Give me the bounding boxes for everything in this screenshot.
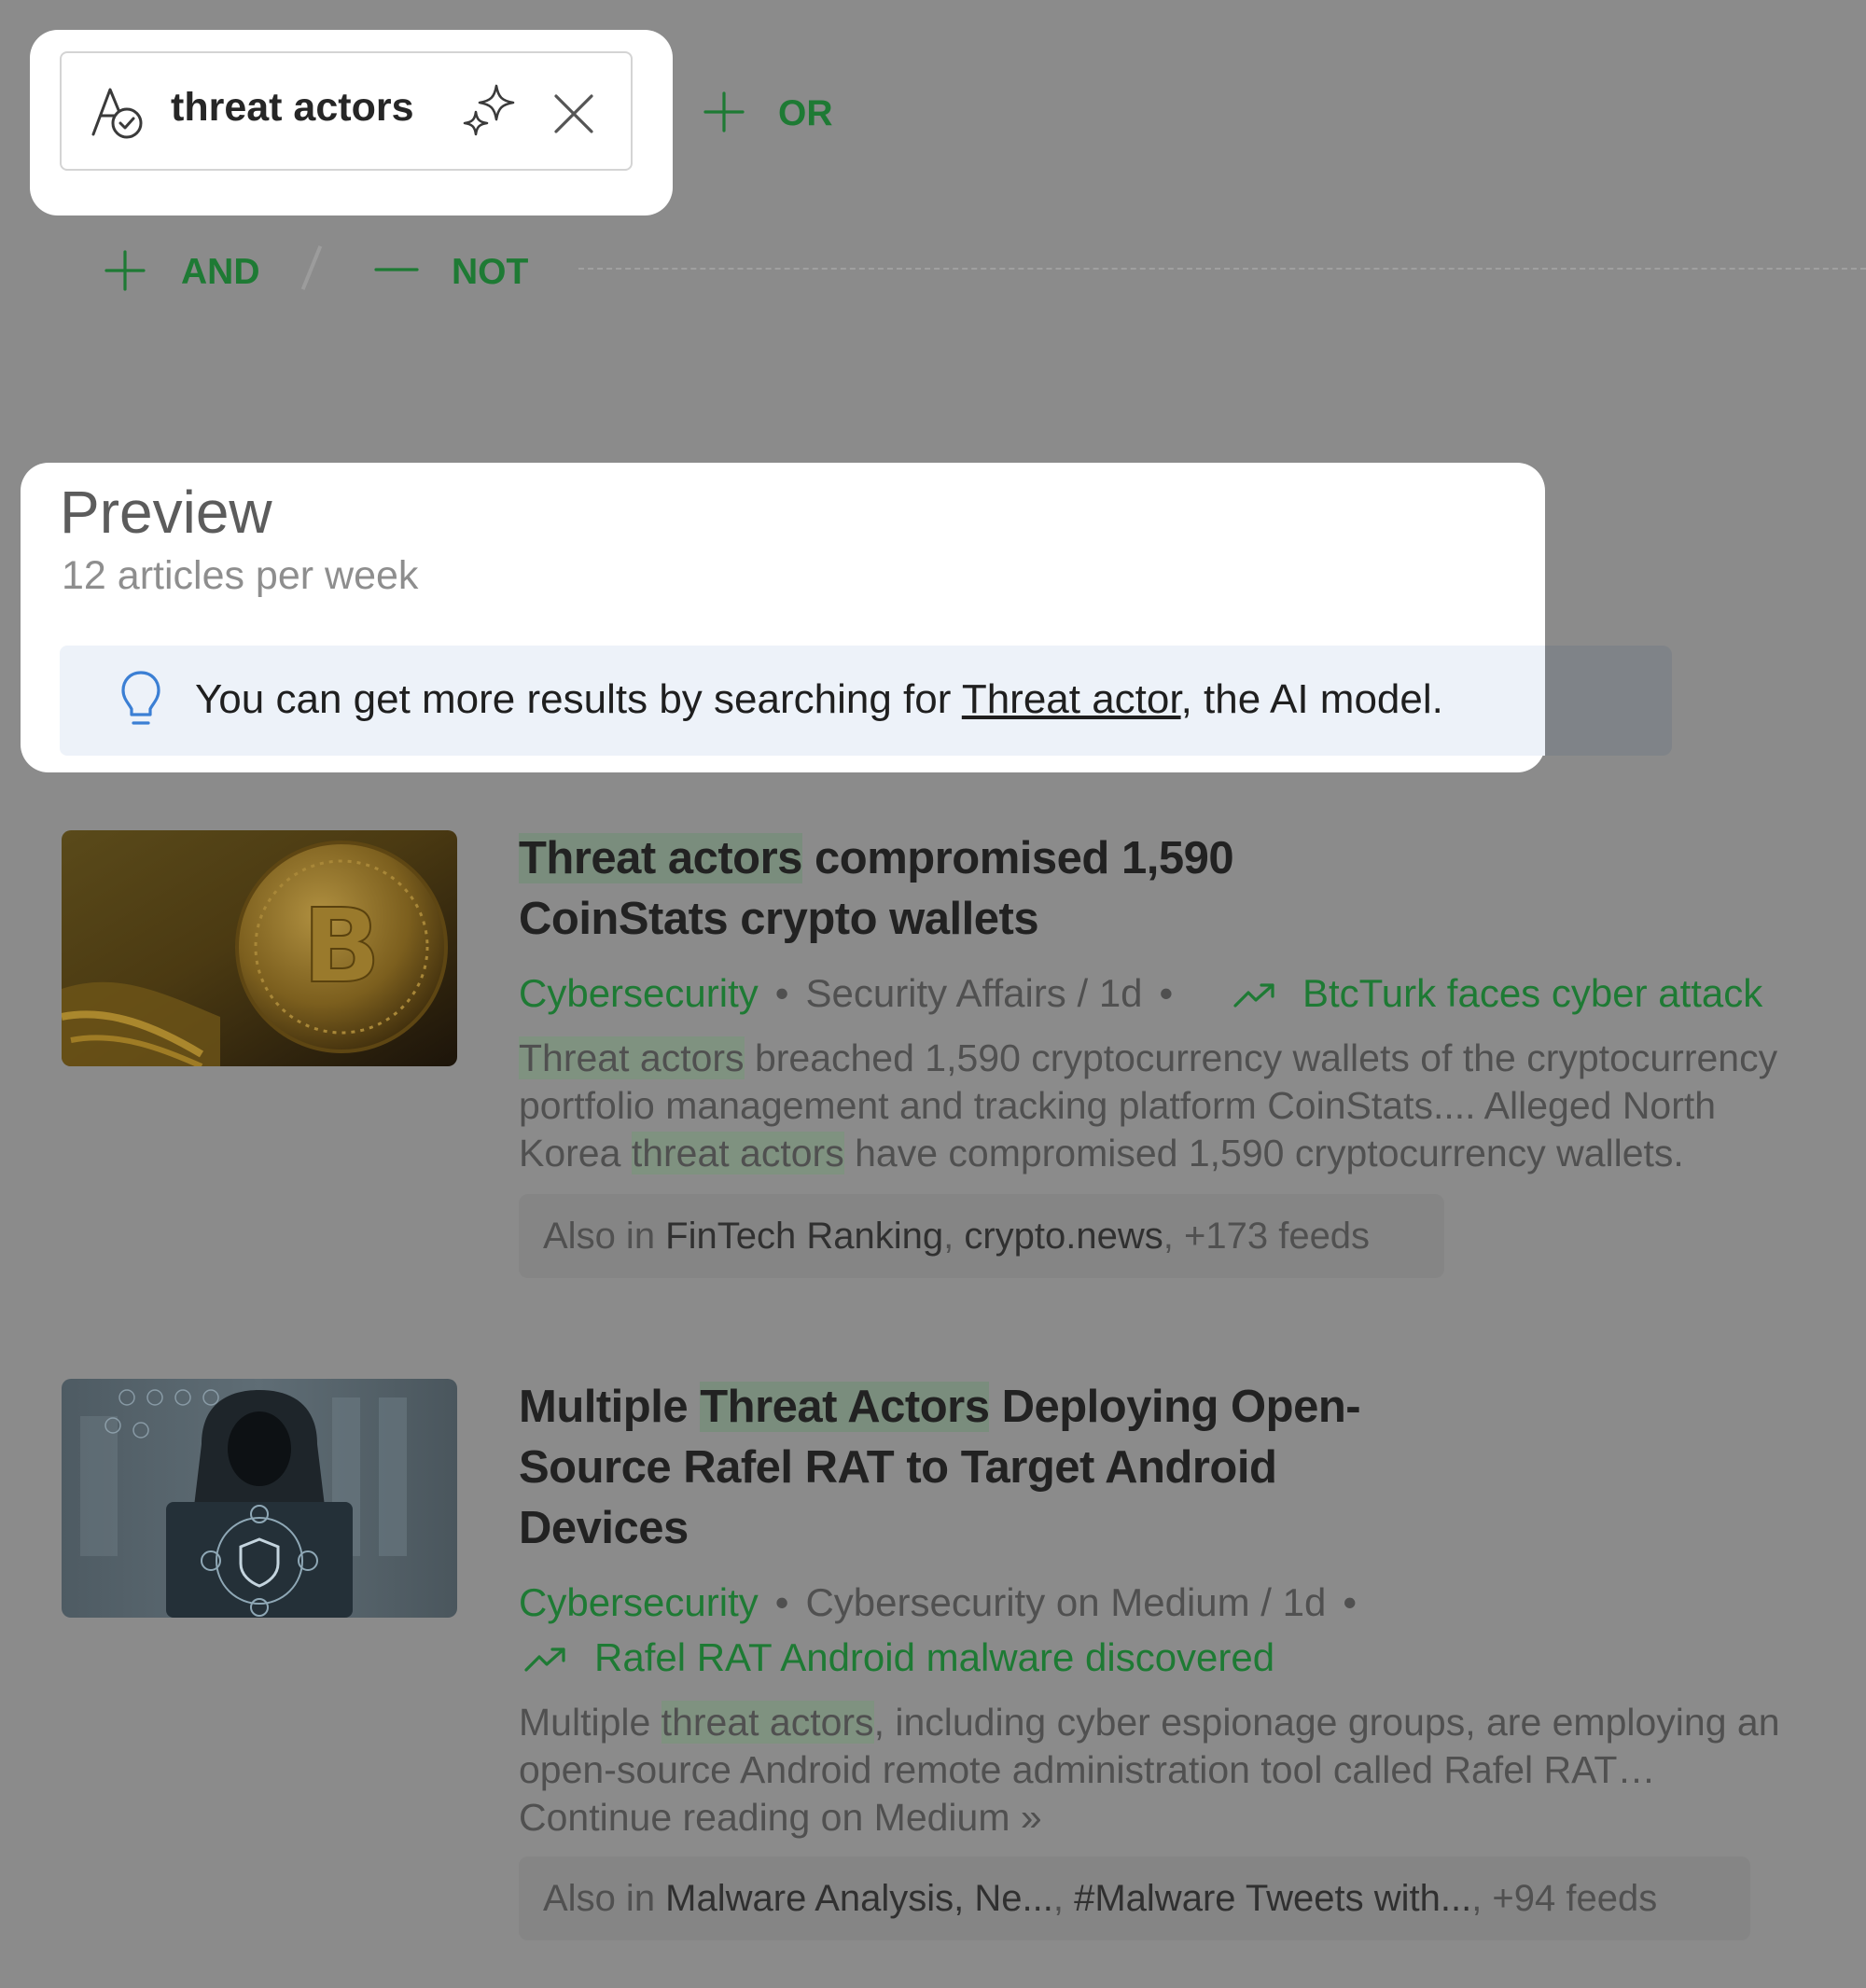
article-title[interactable]: Multiple Threat Actors Deploying Open- S… (519, 1377, 1732, 1559)
sparkle-icon[interactable] (461, 84, 521, 142)
suggestion-text-after: , the AI model. (1180, 676, 1443, 722)
trending-topic-link[interactable]: Rafel RAT Android malware discovered (594, 1635, 1274, 1680)
highlight: Threat actors (519, 1036, 745, 1079)
article-thumbnail-bitcoin[interactable]: B (62, 830, 457, 1066)
highlight: threat actors (631, 1132, 844, 1175)
suggestion-text-before: You can get more results by searching fo… (195, 676, 962, 722)
category-link[interactable]: Cybersecurity (519, 1580, 759, 1624)
article-snippet: Multiple threat actors, including cyber … (519, 1699, 1844, 1842)
feed-name: FinTech Ranking (665, 1216, 944, 1257)
plus-icon[interactable] (104, 250, 146, 291)
ai-model-check-icon (91, 88, 143, 139)
bitcoin-image: B (62, 830, 457, 1066)
dot-separator: • (1159, 971, 1174, 1015)
highlight: Threat Actors (700, 1382, 990, 1432)
article-title[interactable]: Threat actors compromised 1,590 CoinStat… (519, 828, 1732, 950)
more-feeds-count: , +94 feeds (1471, 1878, 1658, 1919)
preview-subtitle: 12 articles per week (62, 553, 419, 598)
dot-separator: • (774, 971, 789, 1015)
trending-up-icon (524, 1647, 565, 1672)
snippet-text: portfolio management and tracking platfo… (519, 1084, 1717, 1127)
minus-icon[interactable] (374, 267, 419, 272)
article-title-line: Deploying Open- (989, 1382, 1361, 1432)
also-in-label: Also in (543, 1878, 666, 1919)
article-title-line: Devices (519, 1503, 689, 1553)
article-title-line: CoinStats crypto wallets (519, 894, 1039, 944)
article-source[interactable]: Cybersecurity on Medium / 1d (805, 1580, 1326, 1624)
also-in-label: Also in (543, 1216, 666, 1257)
article-thumbnail-hacker[interactable] (62, 1379, 457, 1618)
svg-text:B: B (302, 886, 381, 1006)
feed-name: Malware Analysis, Ne... (665, 1878, 1053, 1919)
article-title-line: Multiple (519, 1382, 701, 1432)
and-button[interactable]: AND (181, 252, 260, 293)
snippet-text: Korea (519, 1132, 632, 1175)
feed-separator: , (943, 1216, 965, 1257)
snippet-text: breached 1,590 cryptocurrency wallets of… (744, 1036, 1778, 1079)
also-in-feeds[interactable]: Also in FinTech Ranking, crypto.news, +1… (519, 1194, 1444, 1278)
trending-up-icon (1233, 983, 1274, 1008)
dot-separator: • (774, 1580, 789, 1624)
more-feeds-count: , +173 feeds (1163, 1216, 1371, 1257)
or-button[interactable]: OR (778, 93, 833, 134)
feed-name: crypto.news (964, 1216, 1163, 1257)
snippet-text: Multiple (519, 1701, 661, 1744)
feed-separator: , (1052, 1878, 1075, 1919)
also-in-feeds[interactable]: Also in Malware Analysis, Ne..., #Malwar… (519, 1856, 1750, 1940)
snippet-text: , including cyber espionage groups, are … (873, 1701, 1780, 1744)
article-title-line: compromised 1,590 (801, 833, 1234, 883)
article-meta: Cybersecurity • Cybersecurity on Medium / … (519, 1580, 1373, 1625)
preview-title: Preview (60, 479, 272, 546)
article-source[interactable]: Security Affairs / 1d (805, 971, 1142, 1015)
hacker-image (62, 1379, 457, 1618)
query-chip-text: threat actors (171, 85, 414, 130)
lightbulb-icon (121, 671, 160, 725)
highlight: Threat actors (519, 833, 802, 883)
article-meta: Cybersecurity • Security Affairs / 1d • (519, 971, 1190, 1016)
close-icon[interactable] (553, 93, 594, 134)
continue-reading-link[interactable]: Continue reading on Medium » (519, 1794, 1844, 1842)
not-button[interactable]: NOT (452, 252, 528, 293)
highlight: threat actors (661, 1701, 874, 1744)
ai-model-link[interactable]: Threat actor (962, 676, 1181, 722)
category-link[interactable]: Cybersecurity (519, 971, 759, 1015)
article-title-line: Source Rafel RAT to Target Android (519, 1442, 1277, 1493)
snippet-text: open-source Android remote administratio… (519, 1748, 1656, 1791)
snippet-text: have compromised 1,590 cryptocurrency wa… (843, 1132, 1684, 1175)
article-snippet: Threat actors breached 1,590 cryptocurre… (519, 1035, 1844, 1177)
divider (300, 245, 323, 290)
suggestion-text: You can get more results by searching fo… (195, 676, 1443, 723)
dot-separator: • (1343, 1580, 1358, 1624)
separator-line (578, 268, 1866, 270)
plus-icon[interactable] (703, 91, 745, 132)
trending-topic-link[interactable]: BtcTurk faces cyber attack (1302, 971, 1762, 1016)
feed-name: #Malware Tweets with... (1074, 1878, 1472, 1919)
